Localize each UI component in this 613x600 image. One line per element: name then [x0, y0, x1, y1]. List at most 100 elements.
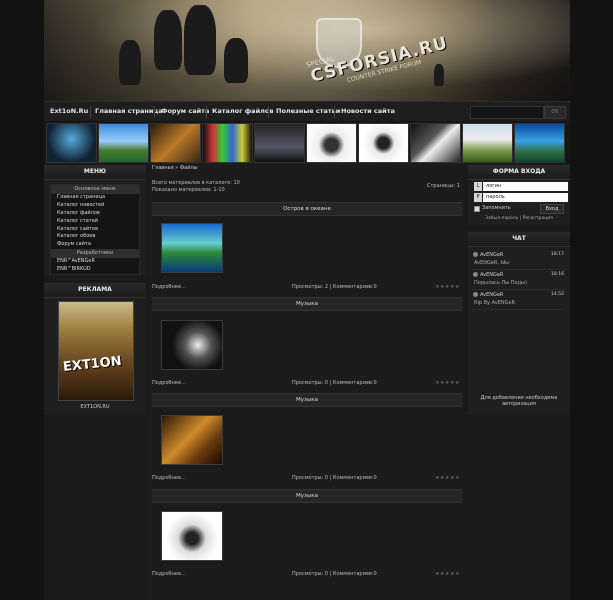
forgot-password-link[interactable]: Забыл пароль	[485, 216, 518, 221]
nav-separator	[90, 106, 91, 118]
nav-separator	[206, 106, 207, 118]
menu-item-home[interactable]: Главная страница	[51, 194, 139, 202]
thumbnail[interactable]	[358, 123, 409, 163]
file-image[interactable]	[161, 415, 223, 465]
menu-title: МЕНЮ	[44, 165, 146, 180]
file-image[interactable]	[161, 223, 223, 273]
file-title[interactable]: Музыка	[152, 393, 462, 407]
pagination[interactable]: Страницы: 1	[427, 183, 460, 189]
search-input[interactable]	[470, 106, 544, 119]
more-link[interactable]: Подробнее...	[152, 380, 186, 386]
user-icon	[473, 252, 478, 257]
thumbnail[interactable]	[202, 123, 253, 163]
nav-item-news[interactable]: Новости сайта	[341, 107, 395, 115]
file-stats: Просмотры: 2 | Комментариев:0	[292, 284, 377, 290]
ads-caption[interactable]: EXT1ON.RU	[44, 404, 146, 410]
rating-stars[interactable]: ★★★★★	[435, 284, 460, 290]
chat-text: Rip By AvENGeR	[474, 300, 516, 306]
chat-box: ЧАТ AvENGeR 18:17 AvENGeR, Ыы AvENGeR 18…	[468, 232, 570, 415]
menu-item-news[interactable]: Каталог новостей	[51, 202, 139, 210]
nav-item-forum[interactable]: Форум сайта	[161, 107, 209, 115]
rating-stars[interactable]: ★★★★★	[435, 475, 460, 481]
file-stats: Просмотры: 0 | Комментариев:0	[292, 571, 377, 577]
thumbnail[interactable]	[514, 123, 565, 163]
nav-item-files[interactable]: Каталог файлов	[212, 107, 273, 115]
thumbnail[interactable]	[254, 123, 305, 163]
shown-materials: Показано материалов: 1-10	[152, 187, 225, 193]
chat-title: ЧАТ	[468, 232, 570, 247]
more-link[interactable]: Подробнее...	[152, 284, 186, 290]
thumbnail[interactable]	[410, 123, 461, 163]
file-footer: Подробнее... Просмотры: 0 | Комментариев…	[152, 475, 462, 483]
thumbnail[interactable]	[98, 123, 149, 163]
user-icon: L	[474, 182, 482, 191]
menu-section-main: Основное меню	[51, 185, 139, 194]
ads-banner-text: EXT1ON	[62, 353, 123, 376]
chat-auth-notice: Для добавления необходима авторизация	[480, 395, 558, 407]
ads-banner[interactable]: EXT1ON	[58, 301, 134, 401]
more-link[interactable]: Подробнее...	[152, 571, 186, 577]
menu-item-articles[interactable]: Каталог статей	[51, 218, 139, 226]
chat-author[interactable]: AvENGeR	[480, 252, 503, 258]
file-footer: Подробнее... Просмотры: 0 | Комментариев…	[152, 571, 462, 579]
search-button[interactable]: OK	[544, 106, 566, 119]
nav-separator	[154, 106, 155, 118]
login-input[interactable]: логин	[483, 182, 568, 191]
file-title[interactable]: Музыка	[152, 489, 462, 503]
password-input[interactable]: пароль	[483, 193, 568, 202]
chat-time: 14:52	[551, 292, 564, 297]
thumbnail[interactable]	[306, 123, 357, 163]
chat-text: Порылась Пы Поды)	[474, 280, 527, 286]
chat-author[interactable]: AvENGeR	[480, 272, 503, 278]
menu-item-dev-birkud[interactable]: ENR^BIRKUD	[51, 266, 139, 274]
chat-author[interactable]: AvENGeR	[480, 292, 503, 298]
file-title[interactable]: Музыка	[152, 297, 462, 311]
menu-item-files[interactable]: Каталог файлов	[51, 210, 139, 218]
file-title[interactable]: Остров в океане	[152, 202, 462, 216]
total-materials: Всего материалов в каталоге: 10	[152, 180, 240, 186]
chat-message: AvENGeR 18:16 Порылась Пы Поды)	[472, 270, 566, 290]
chat-message: AvENGeR 18:17 AvENGeR, Ыы	[472, 250, 566, 270]
ads-box: РЕКЛАМА EXT1ON EXT1ON.RU	[44, 283, 146, 415]
soldier-figure	[224, 38, 248, 83]
thumbnail[interactable]	[46, 123, 97, 163]
soldier-figure	[119, 40, 141, 85]
nav-separator	[268, 106, 269, 118]
more-link[interactable]: Подробнее...	[152, 475, 186, 481]
breadcrumb[interactable]: Главная » Файлы	[152, 165, 198, 171]
login-links-separator: |	[519, 216, 522, 221]
page: SPECIAL CSFORSIA.RU COUNTER STRIKE FORUM…	[44, 0, 570, 600]
password-icon: P	[474, 193, 482, 202]
user-icon	[473, 292, 478, 297]
soldier-figure	[434, 64, 444, 86]
login-button[interactable]: Вход	[540, 204, 564, 214]
chat-time: 18:17	[551, 252, 564, 257]
nav-item-ext1on[interactable]: Ext1oN.Ru	[50, 107, 88, 115]
register-link[interactable]: Регистрация	[523, 216, 553, 221]
rating-stars[interactable]: ★★★★★	[435, 571, 460, 577]
thumbnail-strip	[44, 121, 570, 163]
top-nav: Ext1oN.Ru Главная страница Форум сайта К…	[44, 101, 570, 122]
thumbnail[interactable]	[150, 123, 201, 163]
file-image[interactable]	[161, 320, 223, 370]
remember-checkbox[interactable]	[474, 206, 480, 212]
login-actions: Запомнить Вход	[474, 204, 564, 214]
menu-list: Основное меню Главная страница Каталог н…	[50, 184, 140, 276]
nav-item-home[interactable]: Главная страница	[95, 107, 163, 115]
file-image[interactable]	[161, 511, 223, 561]
menu-item-sites[interactable]: Каталог сайтов	[51, 226, 139, 234]
chat-time: 18:16	[551, 272, 564, 277]
file-footer: Подробнее... Просмотры: 2 | Комментариев…	[152, 284, 462, 292]
soldier-figure	[154, 10, 182, 70]
header-banner: SPECIAL CSFORSIA.RU COUNTER STRIKE FORUM	[44, 0, 570, 101]
nav-item-articles[interactable]: Полезные статьи	[276, 107, 340, 115]
login-box: ФОРМА ВХОДА L логин P пароль Запомнить В…	[468, 165, 570, 225]
menu-item-dev-avenger[interactable]: ENR^AvENGeR	[51, 258, 139, 266]
content-area: Главная » Файлы Всего материалов в катал…	[148, 163, 464, 600]
chat-message: AvENGeR 14:52 Rip By AvENGeR	[472, 290, 566, 310]
thumbnail[interactable]	[462, 123, 513, 163]
nav-separator	[334, 106, 335, 118]
login-links: Забыл пароль | Регистрация	[468, 216, 570, 221]
menu-item-forum[interactable]: Форум сайта	[51, 241, 139, 249]
rating-stars[interactable]: ★★★★★	[435, 380, 460, 386]
